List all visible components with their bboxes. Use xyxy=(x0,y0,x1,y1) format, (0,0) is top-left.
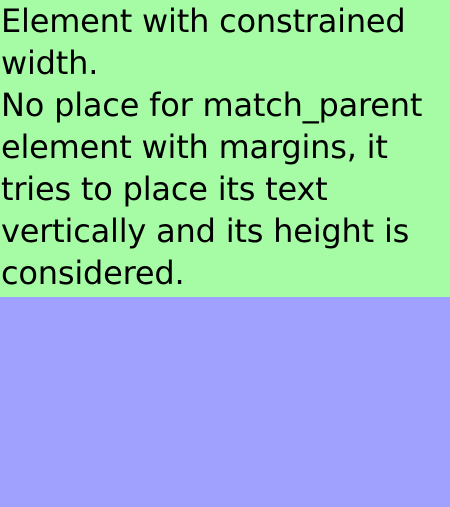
text-line-4: element with margins, it xyxy=(1,128,388,166)
constrained-width-text-block: Element with constrained width. No place… xyxy=(0,0,450,297)
text-line-2: width. xyxy=(1,44,99,82)
text-line-5: tries to place its text xyxy=(1,170,328,208)
blue-filler-region xyxy=(0,297,450,507)
layout-root: Element with constrained width. No place… xyxy=(0,0,450,507)
text-line-6: vertically and its height is xyxy=(1,212,410,250)
text-line-3: No place for match_parent xyxy=(1,86,423,124)
text-line-7: considered. xyxy=(1,254,185,292)
text-line-1: Element with constrained xyxy=(1,2,406,40)
